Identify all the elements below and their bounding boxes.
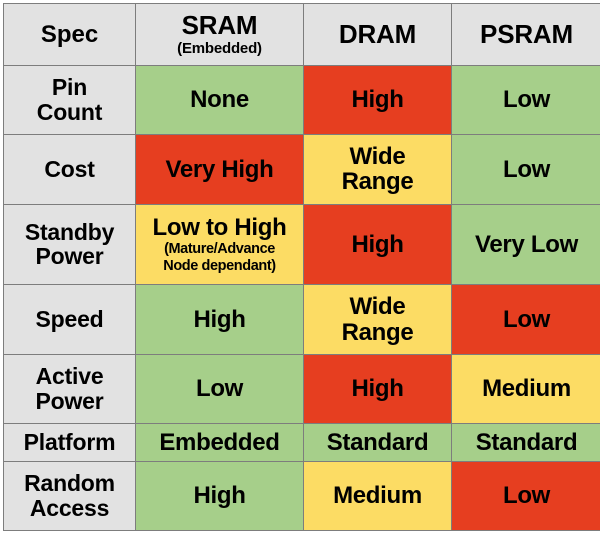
table-row: Speed High Wide Range Low	[3, 284, 600, 356]
memory-comparison-table: Spec SRAM (Embedded) DRAM PSRAM Pin Count Non…	[0, 0, 600, 533]
value-cell: Wide Range	[303, 133, 452, 205]
column-header-label: Spec	[40, 20, 99, 48]
cell-value: High	[193, 305, 246, 333]
cell-value: Low	[502, 155, 551, 183]
column-header-label: PSRAM	[480, 18, 573, 49]
cell-value: Standard	[475, 428, 578, 456]
cell-value: Wide Range	[341, 142, 414, 196]
row-label-cell: Active Power	[3, 354, 136, 424]
value-cell: High	[135, 284, 304, 356]
value-cell: Low to High (Mature/Advance Node dependan…	[135, 203, 304, 286]
cell-value: Low	[502, 305, 551, 333]
cell-value: Low to High	[152, 214, 287, 241]
value-cell: High	[303, 203, 452, 286]
cell-value: Low	[502, 482, 551, 510]
value-cell: None	[135, 64, 304, 135]
column-header-psram: PSRAM	[451, 3, 600, 66]
value-cell: Very Low	[451, 203, 600, 286]
cell-value: Medium	[333, 482, 422, 510]
value-cell: Low	[135, 354, 304, 424]
cell-value: High	[351, 86, 404, 114]
value-cell: High	[303, 64, 452, 135]
cell-value: High	[351, 230, 404, 258]
value-cell: Low	[451, 284, 600, 356]
row-label-cell: Random Access	[3, 461, 136, 531]
value-cell: Standard	[303, 422, 452, 463]
column-header-sram: SRAM (Embedded)	[135, 3, 304, 66]
row-label-cell: Standby Power	[3, 203, 136, 286]
value-cell: Low	[451, 64, 600, 135]
row-label-text: Platform	[23, 429, 116, 456]
cell-value: Low	[502, 86, 551, 114]
table-header-row: Spec SRAM (Embedded) DRAM PSRAM	[3, 3, 600, 66]
value-cell: Embedded	[135, 422, 304, 463]
value-cell: Medium	[451, 354, 600, 424]
cell-value: Standard	[326, 428, 429, 456]
cell-value: Very Low	[475, 230, 578, 258]
column-header-spec: Spec	[3, 3, 136, 66]
row-label-text: Cost	[44, 155, 95, 182]
row-label-text: Random Access	[24, 470, 115, 522]
cell-subvalue: (Mature/Advance Node dependant)	[163, 241, 276, 274]
column-header-dram: DRAM	[303, 3, 452, 66]
table-row: Active Power Low High Medium	[3, 354, 600, 424]
row-label-text: Speed	[35, 306, 104, 333]
table-row: Platform Embedded Standard Standard	[3, 422, 600, 463]
row-label-text: Active Power	[35, 363, 104, 414]
value-cell: High	[303, 354, 452, 424]
value-cell: Low	[451, 133, 600, 205]
row-label-text: Standby Power	[24, 218, 115, 270]
cell-value: Low	[195, 375, 244, 403]
value-cell: Wide Range	[303, 284, 452, 356]
cell-value: Very High	[165, 155, 274, 183]
table-row: Standby Power Low to High (Mature/Advance …	[3, 203, 600, 286]
cell-value: High	[351, 375, 404, 403]
column-header-label: DRAM	[338, 18, 417, 49]
row-label-cell: Pin Count	[3, 64, 136, 135]
cell-value: Embedded	[159, 428, 280, 456]
value-cell: Low	[451, 461, 600, 531]
value-cell: Standard	[451, 422, 600, 463]
column-header-label: SRAM	[181, 10, 258, 41]
value-cell: High	[135, 461, 304, 531]
value-cell: Medium	[303, 461, 452, 531]
cell-value: None	[190, 86, 249, 114]
row-label-cell: Cost	[3, 133, 136, 205]
row-label-cell: Speed	[3, 284, 136, 356]
cell-value: Wide Range	[341, 293, 414, 346]
cell-value: High	[193, 482, 246, 510]
column-header-sublabel: (Embedded)	[177, 39, 262, 57]
row-label-text: Pin Count	[36, 73, 103, 125]
table-row: Cost Very High Wide Range Low	[3, 133, 600, 205]
table-row: Pin Count None High Low	[3, 64, 600, 135]
comparison-table-grid: Spec SRAM (Embedded) DRAM PSRAM Pin Count Non…	[3, 3, 600, 531]
value-cell: Very High	[135, 133, 304, 205]
row-label-cell: Platform	[3, 422, 136, 463]
cell-value: Medium	[482, 375, 571, 403]
table-body: Spec SRAM (Embedded) DRAM PSRAM Pin Count Non…	[3, 3, 600, 531]
table-row: Random Access High Medium Low	[3, 461, 600, 531]
